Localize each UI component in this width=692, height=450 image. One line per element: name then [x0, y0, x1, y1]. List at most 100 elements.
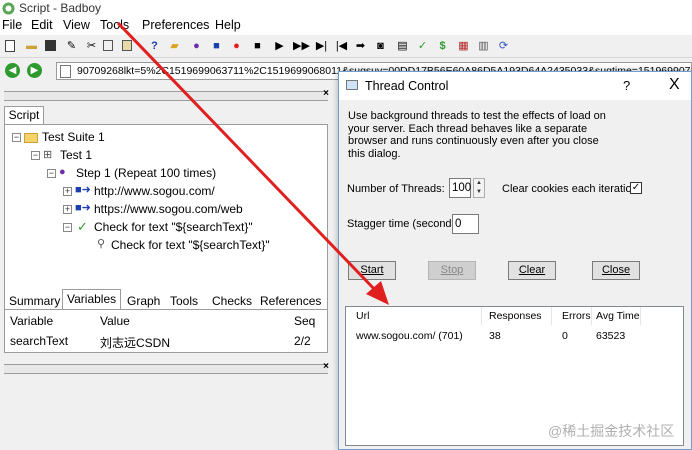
- tree-node-check-1[interactable]: Check for text "${searchText}": [94, 220, 253, 234]
- column-header-url[interactable]: Url: [351, 307, 482, 325]
- dialog-title: Thread Control: [365, 79, 449, 93]
- edit-icon[interactable]: ✎: [65, 40, 78, 53]
- dialog-description: Use background threads to test the effec…: [348, 110, 606, 160]
- request-icon: ■➜: [75, 184, 91, 196]
- column-header-variable[interactable]: Variable: [10, 314, 53, 328]
- tab-script[interactable]: Script: [4, 106, 44, 124]
- close-panel-icon[interactable]: ×: [323, 88, 329, 99]
- record-icon[interactable]: ●: [230, 40, 243, 53]
- menu-bar: File Edit View Tools Preferences Help: [0, 17, 692, 35]
- stop-icon[interactable]: ■: [251, 40, 264, 53]
- add-step-icon[interactable]: ●: [190, 40, 203, 53]
- help-button[interactable]: ?: [623, 78, 630, 93]
- expand-icon[interactable]: +: [63, 205, 72, 214]
- row-errors: 0: [562, 330, 568, 342]
- dialog-window-icon: [346, 80, 358, 90]
- column-header-value[interactable]: Value: [100, 314, 130, 328]
- toolbar: ▬ ✎ ✂ ? ▰ ● ■ ● ■ ▶ ▶▶ ▶| |◀ ➡ ◙ ▤ ✓ $ ▦…: [0, 36, 692, 58]
- play-icon[interactable]: ▶: [273, 40, 286, 53]
- tree-node-request-2[interactable]: https://www.sogou.com/web: [94, 202, 243, 216]
- forward-icon[interactable]: ▶: [27, 63, 42, 78]
- check-icon[interactable]: ✓: [416, 40, 429, 53]
- collapse-icon[interactable]: −: [47, 169, 56, 178]
- checkmark-icon: ✓: [77, 219, 88, 234]
- copy-icon[interactable]: [103, 40, 113, 51]
- tab-checks[interactable]: Checks: [207, 291, 257, 309]
- tab-variables[interactable]: Variables: [62, 289, 122, 310]
- start-button[interactable]: Start: [348, 261, 396, 280]
- tab-references[interactable]: References: [255, 291, 326, 309]
- add-item-icon[interactable]: ■: [210, 40, 223, 53]
- camera-icon[interactable]: ◙: [374, 40, 387, 53]
- paste-icon[interactable]: [122, 40, 132, 51]
- graph-icon[interactable]: ▥: [477, 40, 490, 53]
- tab-tools[interactable]: Tools: [165, 291, 203, 309]
- clear-cookies-label: Clear cookies each iteration:: [502, 183, 641, 195]
- menu-view[interactable]: View: [63, 18, 90, 32]
- report-icon[interactable]: ▤: [396, 40, 409, 53]
- new-folder-icon[interactable]: ▰: [168, 40, 181, 53]
- spin-down-icon[interactable]: ▼: [474, 188, 484, 197]
- back-icon[interactable]: ◀: [5, 63, 20, 78]
- column-header-errors[interactable]: Errors: [557, 307, 592, 325]
- close-dialog-button[interactable]: X: [669, 76, 680, 94]
- badboy-logo-icon: [2, 2, 15, 15]
- menu-edit[interactable]: Edit: [31, 18, 53, 32]
- collapse-icon[interactable]: −: [12, 133, 21, 142]
- skip-icon[interactable]: ▶|: [315, 40, 328, 53]
- table-icon[interactable]: ▦: [457, 40, 470, 53]
- spin-up-icon[interactable]: ▲: [474, 179, 484, 188]
- jump-icon[interactable]: |◀: [335, 40, 348, 53]
- row-responses: 38: [489, 330, 501, 342]
- collapse-icon[interactable]: −: [63, 223, 72, 232]
- refresh-icon[interactable]: ⟳: [497, 40, 510, 53]
- row-avg-time: 63523: [596, 330, 626, 342]
- cut-icon[interactable]: ✂: [85, 40, 98, 53]
- threads-input[interactable]: 100: [449, 178, 471, 198]
- menu-file[interactable]: File: [2, 18, 22, 32]
- variable-seq: 2/2: [294, 334, 311, 348]
- check-item-icon: ⚲: [97, 238, 106, 250]
- collapse-icon[interactable]: −: [31, 151, 40, 160]
- dialog-title-bar: Thread Control ? X: [339, 72, 691, 100]
- column-header-responses[interactable]: Responses: [484, 307, 552, 325]
- window-title: Script - Badboy: [19, 1, 102, 15]
- request-icon: ■➜: [75, 202, 91, 214]
- thread-control-dialog: Thread Control ? X Use background thread…: [338, 71, 692, 450]
- tree-node-suite[interactable]: Test Suite 1: [42, 130, 105, 144]
- menu-help[interactable]: Help: [215, 18, 241, 32]
- menu-preferences[interactable]: Preferences: [142, 18, 209, 32]
- tree-node-request-1[interactable]: http://www.sogou.com/: [94, 184, 215, 198]
- info-tabs: Summary Variables Graph Tools Checks Ref…: [4, 289, 328, 310]
- title-bar: Script - Badboy: [0, 0, 692, 17]
- threads-spinner[interactable]: ▲ ▼: [473, 178, 485, 198]
- new-icon[interactable]: [5, 40, 15, 52]
- tree-node-test[interactable]: Test 1: [60, 148, 92, 162]
- open-icon[interactable]: ▬: [25, 40, 38, 53]
- clear-cookies-checkbox[interactable]: ✓: [630, 182, 642, 194]
- column-header-avg-time[interactable]: Avg Time: [591, 307, 641, 325]
- variables-table: Variable Value Seq searchText 刘志远CSDN 2/…: [4, 309, 328, 353]
- row-url: www.sogou.com/ (701): [356, 330, 463, 342]
- fast-forward-icon[interactable]: ▶▶: [293, 40, 310, 53]
- sequence-icon[interactable]: ➡: [354, 40, 367, 53]
- tree-node-step[interactable]: Step 1 (Repeat 100 times): [76, 166, 216, 180]
- save-icon[interactable]: [45, 40, 56, 51]
- expand-icon[interactable]: +: [63, 187, 72, 196]
- page-icon: [60, 65, 71, 78]
- watermark: @稀土掘金技术社区: [548, 423, 675, 439]
- stop-button[interactable]: Stop: [428, 261, 476, 280]
- threads-label: Number of Threads:: [347, 183, 445, 195]
- help-icon[interactable]: ?: [148, 40, 161, 53]
- menu-tools[interactable]: Tools: [100, 18, 129, 32]
- step-icon: ●: [59, 166, 66, 178]
- tab-summary[interactable]: Summary: [4, 291, 65, 309]
- folder-icon: [24, 133, 38, 143]
- close-button[interactable]: Close: [592, 261, 640, 280]
- dollar-icon[interactable]: $: [436, 40, 449, 53]
- stagger-input[interactable]: 0: [452, 214, 479, 234]
- tab-graph[interactable]: Graph: [122, 291, 165, 309]
- column-header-seq[interactable]: Seq: [294, 314, 315, 328]
- tree-node-check-2[interactable]: Check for text "${searchText}": [111, 238, 270, 252]
- clear-button[interactable]: Clear: [508, 261, 556, 280]
